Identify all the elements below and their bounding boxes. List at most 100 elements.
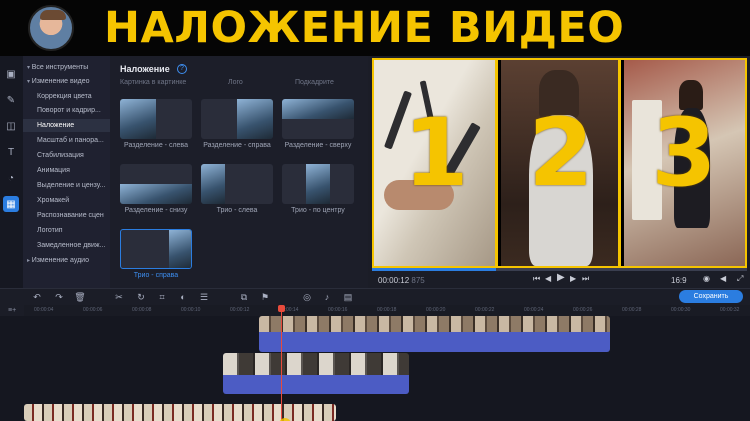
tools-toolbar: ▣ ✎ ◫ T ◔ ▦ — [0, 56, 23, 288]
tile-label: Разделение - слева — [124, 142, 188, 149]
tile-label: Трио - слева — [216, 207, 258, 214]
tile-label: Трио - по центру — [291, 207, 345, 214]
rotate-icon[interactable]: ↻ — [134, 290, 148, 304]
crop-icon[interactable]: ⌗ — [155, 290, 169, 304]
aspect-ratio[interactable]: 16:9 — [671, 276, 687, 285]
ruler-tick: 00:00:32 — [720, 307, 740, 313]
save-button[interactable]: Сохранить — [679, 290, 743, 303]
magic-icon[interactable]: ✎ — [3, 92, 19, 108]
fit-icon[interactable]: ▤ — [341, 290, 355, 304]
sidebar-item-chroma[interactable]: Хромакей — [23, 194, 110, 207]
overlay-split-right[interactable] — [201, 99, 273, 139]
fullscreen-icon[interactable]: ⤢ — [737, 274, 743, 284]
video-clip-main[interactable] — [24, 404, 336, 421]
tile-label-logo: Лого — [228, 79, 243, 86]
next-frame-icon[interactable]: ▶ — [570, 274, 576, 283]
timeline-playhead[interactable] — [278, 305, 285, 421]
tile-label-subframe: Подкадрите — [295, 79, 334, 86]
video-preview[interactable]: 1 2 3 — [372, 58, 747, 268]
time-fraction: 875 — [411, 276, 425, 285]
ruler-tick: 00:00:30 — [671, 307, 691, 313]
mic-icon[interactable]: ♪ — [320, 290, 334, 304]
timeline-ruler[interactable]: 00:00:04 00:00:06 00:00:08 00:00:10 00:00:12… — [24, 305, 750, 316]
sidebar-item-animation[interactable]: Анимация — [23, 164, 110, 177]
overlay-number-1: 1 — [403, 99, 469, 208]
transition-icon[interactable]: ◫ — [3, 118, 19, 134]
ruler-tick: 00:00:26 — [573, 307, 593, 313]
overlay-trio-left[interactable] — [201, 164, 273, 204]
record-icon[interactable]: ◎ — [300, 290, 314, 304]
tile-label: Разделение - снизу — [124, 207, 188, 214]
playback-time: 00:00:12 875 — [378, 276, 425, 285]
overlay-number-2: 2 — [528, 99, 594, 208]
timeline-toolbar: ↶ ↷ 🗑 ✂ ↻ ⌗ ◐ ☰ ⧉ ⚑ ◎ ♪ ▤ — [0, 288, 750, 305]
volume-icon[interactable]: ◀ — [720, 274, 726, 283]
sidebar-item-audio-edit[interactable]: Изменение аудио — [23, 254, 110, 267]
overlay-trio-right[interactable] — [120, 229, 192, 269]
sidebar-item-color[interactable]: Коррекция цвета — [23, 90, 110, 103]
overlay-clip-icon[interactable]: ⧉ — [237, 290, 251, 304]
timeline-tracks[interactable] — [0, 316, 750, 421]
marker-icon[interactable]: ⚑ — [258, 290, 272, 304]
sidebar-item-pan-zoom[interactable]: Масштаб и панора... — [23, 134, 110, 147]
clip-thumbnails — [223, 353, 409, 375]
skip-end-icon[interactable]: ⏭ — [582, 274, 589, 284]
sidebar-item-rotate[interactable]: Поворот и кадрир... — [23, 104, 110, 117]
overlay-icon[interactable]: ▦ — [3, 196, 19, 212]
ruler-tick: 00:00:20 — [426, 307, 446, 313]
sidebar-item-stabilize[interactable]: Стабилизация — [23, 149, 110, 162]
overlay-split-top[interactable] — [282, 99, 354, 139]
help-icon[interactable]: ? — [177, 64, 187, 74]
overlay-split-bottom[interactable] — [120, 164, 192, 204]
presenter-avatar — [28, 5, 74, 51]
text-icon[interactable]: T — [3, 144, 19, 160]
time-current: 00:00:12 — [378, 276, 410, 285]
properties-icon[interactable]: ☰ — [197, 290, 211, 304]
clip-thumbnails — [24, 404, 336, 421]
import-icon[interactable]: ▣ — [3, 66, 19, 82]
ruler-tick: 00:00:08 — [132, 307, 152, 313]
playback-progress-fill — [372, 268, 496, 271]
preview-frame-3: 3 — [624, 60, 745, 266]
ruler-tick: 00:00:06 — [83, 307, 103, 313]
ruler-tick: 00:00:16 — [328, 307, 348, 313]
overlay-number-3: 3 — [651, 99, 717, 208]
playback-progress[interactable] — [372, 268, 747, 271]
overlay-trio-center[interactable] — [282, 164, 354, 204]
sidebar-item-overlay[interactable]: Наложение — [23, 119, 110, 132]
overlay-split-left[interactable] — [120, 99, 192, 139]
sidebar-item-video-edit[interactable]: Изменение видео — [23, 75, 110, 88]
redo-icon[interactable]: ↷ — [52, 290, 66, 304]
tile-label: Разделение - сверху — [284, 142, 352, 149]
video-clip-1[interactable] — [259, 316, 610, 352]
preview-frame-1: 1 — [374, 60, 498, 266]
clock-icon[interactable]: ◔ — [3, 170, 19, 186]
video-editor-window: ▣ ✎ ◫ T ◔ ▦ Все инструменты Изменение ви… — [0, 56, 750, 421]
skip-start-icon[interactable]: ⏮ — [533, 274, 540, 284]
sidebar-item-all-tools[interactable]: Все инструменты — [23, 61, 110, 74]
banner-title: НАЛОЖЕНИЕ ВИДЕО — [104, 3, 625, 53]
sidebar-item-logo[interactable]: Логотип — [23, 224, 110, 237]
prev-frame-icon[interactable]: ◀ — [545, 274, 551, 283]
play-icon[interactable]: ▶ — [557, 272, 565, 283]
tile-label: Разделение - справа — [203, 142, 271, 149]
ruler-tick: 00:00:10 — [181, 307, 201, 313]
tile-label-selected: Трио - справа — [133, 272, 179, 279]
panel-title: Наложение — [120, 64, 170, 74]
clip-thumbnails — [259, 316, 610, 332]
ruler-tick: 00:00:24 — [524, 307, 544, 313]
video-clip-2[interactable] — [223, 353, 409, 394]
add-track-icon[interactable]: ≡+ — [8, 307, 16, 314]
undo-icon[interactable]: ↶ — [30, 290, 44, 304]
sidebar-item-slowmo[interactable]: Замедленное движ... — [23, 239, 110, 252]
sidebar-item-censor[interactable]: Выделение и цензу... — [23, 179, 110, 192]
delete-icon[interactable]: 🗑 — [73, 290, 87, 304]
tools-sidebar: Все инструменты Изменение видео Коррекци… — [23, 56, 110, 288]
tile-label-pip: Картинка в картинке — [120, 79, 187, 86]
color-icon[interactable]: ◐ — [176, 290, 190, 304]
preview-frame-2: 2 — [501, 60, 621, 266]
ruler-tick: 00:00:18 — [377, 307, 397, 313]
snapshot-icon[interactable]: ◉ — [703, 274, 710, 283]
sidebar-item-scenes[interactable]: Распознавание сцен — [23, 209, 110, 222]
cut-icon[interactable]: ✂ — [112, 290, 126, 304]
